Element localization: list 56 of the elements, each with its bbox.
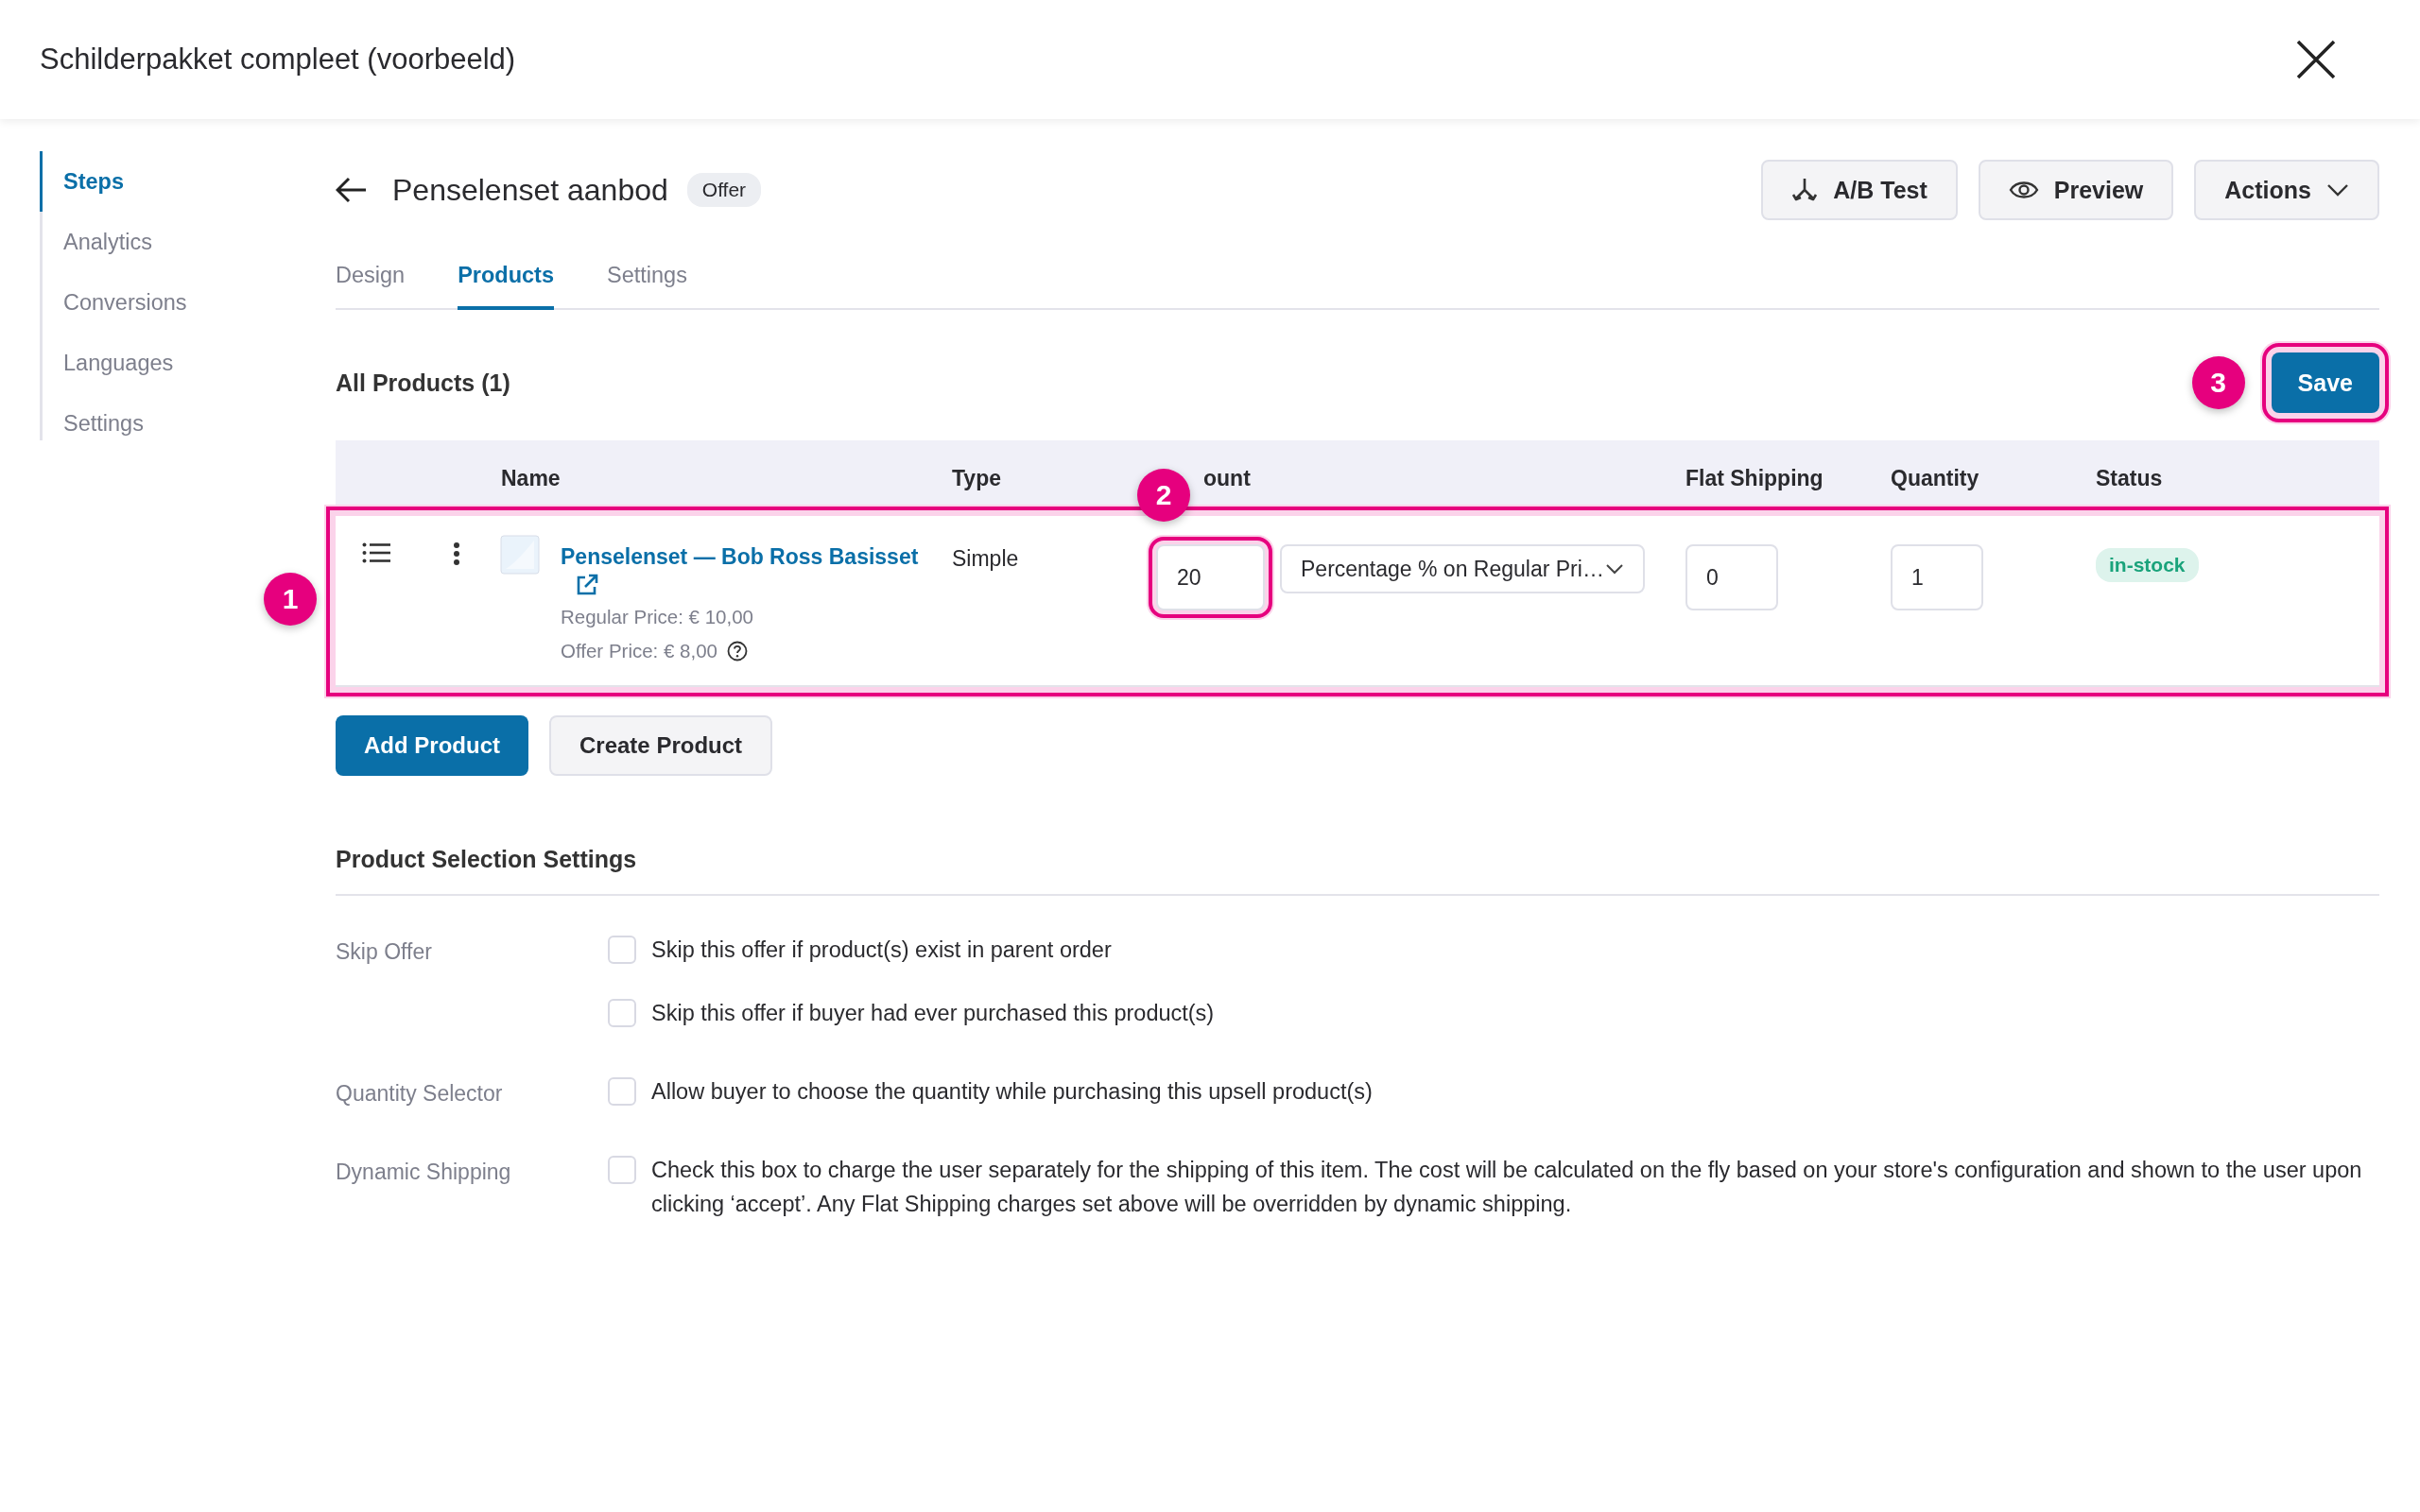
flat-shipping-input[interactable]: 0	[1685, 544, 1778, 610]
quantity-input[interactable]: 1	[1891, 544, 1983, 610]
sidebar-item[interactable]: Conversions	[40, 272, 336, 333]
column-header: Name	[501, 465, 561, 490]
product-link[interactable]: Penselenset — Bob Ross Basisset	[561, 544, 919, 570]
external-link-icon[interactable]	[576, 574, 598, 596]
create-product-button[interactable]: Create Product	[549, 715, 773, 776]
close-icon[interactable]	[2295, 39, 2337, 80]
dialog-title: Schilderpakket compleet (voorbeeld)	[40, 43, 517, 77]
tab[interactable]: Design	[336, 255, 406, 306]
back-arrow-icon[interactable]	[336, 177, 368, 203]
column-header: Status	[2096, 465, 2163, 490]
action-button[interactable]: Actions	[2194, 160, 2379, 220]
checkbox[interactable]	[608, 1156, 636, 1184]
checkbox-label: Check this box to charge the user separately for the shipping of this item. The cost will be calculated on the fly based on your store's configuration and shown to the user upon clicking ‘accept’. Any Flat Shipping charges set above will be overridden by dynamic shipping.	[651, 1157, 2363, 1218]
action-button[interactable]: Preview	[1978, 160, 2174, 220]
sidebar-item[interactable]: Steps	[40, 151, 336, 212]
checkbox-label: Skip this offer if product(s) exist in parent order	[651, 936, 1112, 964]
section-heading: Product Selection Settings	[336, 846, 637, 872]
column-header: Type	[952, 465, 1001, 490]
setting-label: Dynamic Shipping	[336, 1159, 512, 1186]
list-icon[interactable]	[362, 542, 390, 563]
chevron-down-icon	[2326, 183, 2349, 197]
more-options-icon[interactable]	[453, 542, 460, 565]
regular-price: Regular Price: € 10,00	[561, 606, 753, 628]
split-arrows-icon	[1791, 177, 1819, 203]
status-badge: in-stock	[2096, 548, 2199, 582]
callout-badge: 3	[2191, 356, 2245, 409]
offer-price: Offer Price: € 8,00	[561, 640, 717, 662]
checkbox[interactable]	[608, 999, 636, 1027]
setting-label: Quantity Selector	[336, 1080, 504, 1108]
chevron-down-icon	[1605, 563, 1624, 575]
eye-icon	[2008, 180, 2039, 200]
column-header: Quantity	[1891, 465, 1979, 490]
column-header: ount	[1203, 465, 1251, 490]
add-product-button[interactable]: Add Product	[336, 715, 528, 776]
sidebar-item[interactable]: Settings	[40, 393, 336, 454]
checkbox-label: Allow buyer to choose the quantity while purchasing this upsell product(s)	[651, 1078, 1373, 1106]
tab[interactable]: Settings	[607, 255, 687, 306]
checkbox[interactable]	[608, 1077, 636, 1106]
checkbox[interactable]	[608, 936, 636, 964]
step-title: Penselenset aanbod	[392, 172, 668, 208]
section-heading: All Products (1)	[336, 369, 510, 397]
action-button[interactable]: A/B Test	[1761, 160, 1958, 220]
callout-badge: 1	[264, 573, 317, 626]
step-type-badge: Offer	[686, 173, 762, 207]
help-icon[interactable]	[727, 641, 748, 662]
setting-label: Skip Offer	[336, 938, 433, 966]
sidebar-item[interactable]: Languages	[40, 333, 336, 393]
callout-badge: 2	[1137, 469, 1190, 522]
checkbox-label: Skip this offer if buyer had ever purchased this product(s)	[651, 1000, 1215, 1027]
tab[interactable]: Products	[458, 255, 554, 310]
product-type: Simple	[952, 545, 1020, 572]
sidebar-item[interactable]: Analytics	[40, 212, 336, 272]
column-header: Flat Shipping	[1685, 465, 1824, 490]
discount-type-select[interactable]: Percentage % on Regular Pri…	[1280, 544, 1645, 593]
